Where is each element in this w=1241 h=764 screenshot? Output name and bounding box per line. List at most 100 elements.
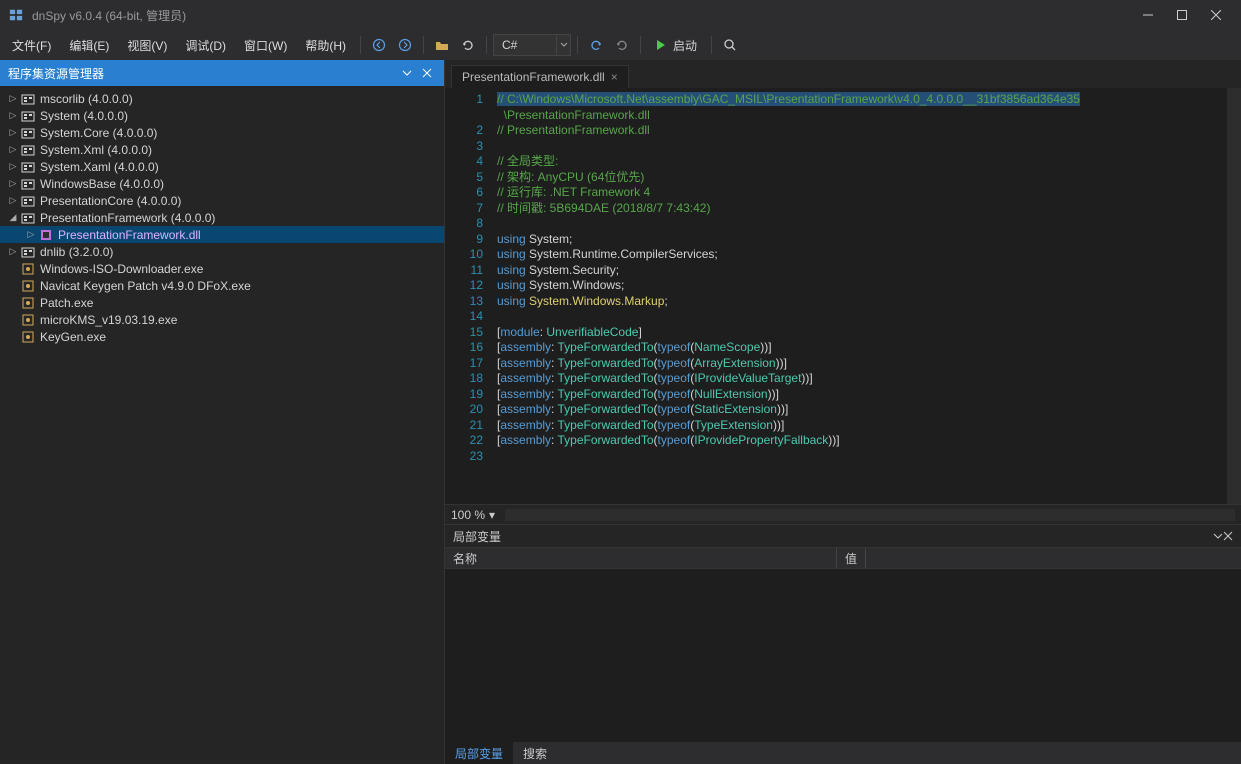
window-title: dnSpy v6.0.4 (64-bit, 管理员) (32, 7, 1131, 24)
code-editor[interactable]: 1234567891011121314151617181920212223 //… (445, 88, 1241, 504)
code-line[interactable]: [assembly: TypeForwardedTo(typeof(NameSc… (497, 340, 1241, 356)
menu-window[interactable]: 窗口(W) (236, 33, 295, 58)
tree-twisty[interactable]: ▷ (6, 93, 20, 104)
close-button[interactable] (1199, 0, 1233, 30)
code-area[interactable]: // C:\Windows\Microsoft.Net\assembly\GAC… (493, 88, 1241, 504)
code-line[interactable]: [assembly: TypeForwardedTo(typeof(IProvi… (497, 371, 1241, 387)
tree-label: PresentationCore (4.0.0.0) (40, 194, 181, 208)
code-line[interactable]: [assembly: TypeForwardedTo(typeof(NullEx… (497, 387, 1241, 403)
code-line[interactable]: // 时间戳: 5B694DAE (2018/8/7 7:43:42) (497, 201, 1241, 217)
tree-node[interactable]: ▷System.Core (4.0.0.0) (0, 124, 444, 141)
code-line[interactable]: // 运行库: .NET Framework 4 (497, 185, 1241, 201)
language-dropdown[interactable]: C# (493, 34, 571, 56)
title-bar: dnSpy v6.0.4 (64-bit, 管理员) (0, 0, 1241, 30)
tree-node[interactable]: ▷System.Xml (4.0.0.0) (0, 141, 444, 158)
code-line[interactable]: // PresentationFramework.dll (497, 123, 1241, 139)
tree-node[interactable]: Navicat Keygen Patch v4.9.0 DFoX.exe (0, 277, 444, 294)
code-line[interactable] (497, 449, 1241, 465)
tree-twisty[interactable]: ▷ (6, 195, 20, 206)
tab-search[interactable]: 搜索 (513, 742, 557, 764)
undo-button[interactable] (584, 33, 608, 57)
exe-icon (20, 278, 36, 294)
assembly-tree[interactable]: ▷mscorlib (4.0.0.0)▷System (4.0.0.0)▷Sys… (0, 86, 444, 764)
code-line[interactable]: [assembly: TypeForwardedTo(typeof(IProvi… (497, 433, 1241, 449)
menu-help[interactable]: 帮助(H) (297, 33, 354, 58)
nav-forward-button[interactable] (393, 33, 417, 57)
assembly-explorer-title: 程序集资源管理器 (8, 65, 104, 82)
tree-node[interactable]: ▷PresentationFramework.dll (0, 226, 444, 243)
tree-twisty[interactable]: ▷ (6, 127, 20, 138)
tree-node[interactable]: ▷WindowsBase (4.0.0.0) (0, 175, 444, 192)
minimize-button[interactable] (1131, 0, 1165, 30)
tree-twisty[interactable]: ▷ (6, 178, 20, 189)
code-line[interactable] (497, 216, 1241, 232)
code-line[interactable]: // 全局类型: (497, 154, 1241, 170)
menu-debug[interactable]: 调试(D) (177, 33, 234, 58)
tree-node[interactable]: ▷mscorlib (4.0.0.0) (0, 90, 444, 107)
code-line[interactable]: \PresentationFramework.dll (497, 108, 1241, 124)
run-label: 启动 (673, 37, 697, 54)
locals-body (445, 569, 1241, 742)
code-line[interactable] (497, 309, 1241, 325)
run-button[interactable]: 启动 (647, 37, 705, 54)
tab-locals[interactable]: 局部变量 (445, 742, 513, 764)
tree-twisty[interactable]: ▷ (6, 161, 20, 172)
tree-node[interactable]: KeyGen.exe (0, 328, 444, 345)
locals-col-value[interactable]: 值 (837, 548, 866, 568)
tree-node[interactable]: ▷System.Xaml (4.0.0.0) (0, 158, 444, 175)
maximize-button[interactable] (1165, 0, 1199, 30)
zoom-dropdown[interactable]: ▾ (485, 508, 499, 522)
nav-back-button[interactable] (367, 33, 391, 57)
code-line[interactable]: using System.Windows.Markup; (497, 294, 1241, 310)
tree-node[interactable]: ◢PresentationFramework (4.0.0.0) (0, 209, 444, 226)
menu-view[interactable]: 视图(V) (119, 33, 175, 58)
app-icon (8, 7, 24, 23)
code-line[interactable]: [assembly: TypeForwardedTo(typeof(TypeEx… (497, 418, 1241, 434)
tree-twisty[interactable]: ▷ (24, 229, 38, 240)
chevron-down-icon (556, 35, 570, 55)
tree-node[interactable]: ▷dnlib (3.2.0.0) (0, 243, 444, 260)
tree-twisty[interactable]: ▷ (6, 246, 20, 257)
zoom-value[interactable]: 100 % (451, 508, 485, 522)
tree-twisty[interactable]: ▷ (6, 110, 20, 121)
code-line[interactable]: using System; (497, 232, 1241, 248)
language-value: C# (494, 38, 556, 52)
tree-node[interactable]: ▷System (4.0.0.0) (0, 107, 444, 124)
mod-icon (38, 227, 54, 243)
code-line[interactable]: [assembly: TypeForwardedTo(typeof(Static… (497, 402, 1241, 418)
menu-file[interactable]: 文件(F) (4, 33, 59, 58)
code-line[interactable]: using System.Windows; (497, 278, 1241, 294)
code-line[interactable] (497, 139, 1241, 155)
reload-button[interactable] (456, 33, 480, 57)
tab-close-button[interactable]: × (611, 70, 618, 84)
code-line[interactable]: // 架构: AnyCPU (64位优先) (497, 170, 1241, 186)
tree-node[interactable]: Windows-ISO-Downloader.exe (0, 260, 444, 277)
vertical-scrollbar[interactable] (1227, 88, 1241, 504)
code-line[interactable]: using System.Runtime.CompilerServices; (497, 247, 1241, 263)
code-line[interactable]: [module: UnverifiableCode] (497, 325, 1241, 341)
tree-node[interactable]: ▷ PresentationCore (4.0.0.0) (0, 192, 444, 209)
open-button[interactable] (430, 33, 454, 57)
tree-node[interactable]: microKMS_v19.03.19.exe (0, 311, 444, 328)
menu-edit[interactable]: 编辑(E) (61, 33, 117, 58)
horizontal-scrollbar[interactable] (505, 509, 1235, 521)
code-line[interactable]: [assembly: TypeForwardedTo(typeof(ArrayE… (497, 356, 1241, 372)
locals-col-name[interactable]: 名称 (445, 548, 837, 568)
line-gutter: 1234567891011121314151617181920212223 (445, 88, 493, 504)
panel-close-button[interactable] (418, 64, 436, 82)
tree-label: microKMS_v19.03.19.exe (40, 313, 177, 327)
locals-close-button[interactable] (1223, 531, 1233, 541)
tree-twisty[interactable]: ◢ (6, 212, 20, 223)
tree-twisty[interactable]: ▷ (6, 144, 20, 155)
redo-button[interactable] (610, 33, 634, 57)
zoom-bar: 100 % ▾ (445, 504, 1241, 524)
code-line[interactable]: // C:\Windows\Microsoft.Net\assembly\GAC… (497, 92, 1241, 108)
tree-node[interactable]: Patch.exe (0, 294, 444, 311)
code-line[interactable]: using System.Security; (497, 263, 1241, 279)
asm-icon (20, 108, 36, 124)
exe-icon (20, 329, 36, 345)
locals-dropdown-button[interactable] (1213, 531, 1223, 541)
panel-dropdown-button[interactable] (398, 64, 416, 82)
search-button[interactable] (718, 33, 742, 57)
editor-tab[interactable]: PresentationFramework.dll × (451, 65, 629, 88)
